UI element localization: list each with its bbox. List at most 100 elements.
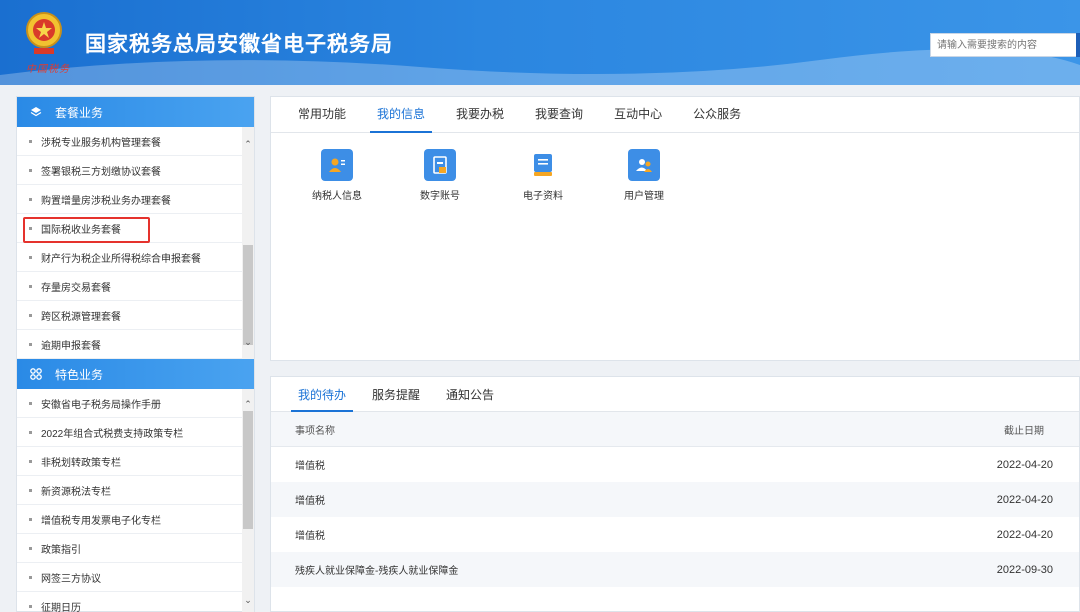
bullet-icon	[29, 255, 32, 259]
electronic-docs-icon	[527, 149, 559, 181]
app-taxpayer-info[interactable]: 纳税人信息	[297, 149, 377, 202]
site-title: 国家税务总局安徽省电子税务局	[85, 33, 393, 56]
todo-panel: 我的待办 服务提醒 通知公告 事项名称 截止日期 增值税 2022-04-20 …	[270, 376, 1080, 612]
sidebar-item[interactable]: 增值税专用发票电子化专栏	[17, 505, 254, 534]
sidebar-item-label: 征期日历	[41, 602, 81, 612]
sidebar-item[interactable]: 签署银税三方划缴协议套餐	[17, 156, 254, 185]
sidebar-list-featured: 安徽省电子税务局操作手册 2022年组合式税费支持政策专栏 非税划转政策专栏 新…	[17, 389, 254, 612]
tab-interaction-center[interactable]: 互动中心	[607, 97, 669, 132]
sidebar-item[interactable]: 2022年组合式税费支持政策专栏	[17, 418, 254, 447]
sidebar-group-packages[interactable]: 套餐业务	[17, 97, 254, 127]
sidebar-item-label: 涉税专业服务机构管理套餐	[41, 137, 161, 149]
app-label: 电子资料	[523, 191, 563, 202]
table-row[interactable]: 增值税 2022-04-20	[271, 447, 1079, 482]
column-header-item-name: 事项名称	[295, 425, 335, 437]
function-tabs: 常用功能 我的信息 我要办税 我要查询 互动中心 公众服务	[271, 97, 1079, 133]
app-user-management[interactable]: 用户管理	[604, 149, 684, 202]
row-item-name: 增值税	[295, 496, 325, 507]
sidebar-item[interactable]: 安徽省电子税务局操作手册	[17, 389, 254, 418]
bullet-icon	[29, 197, 32, 201]
scrollbar-thumb[interactable]	[243, 245, 253, 345]
bullet-icon	[29, 313, 32, 317]
bullet-icon	[29, 168, 32, 172]
scrollbar-thumb[interactable]	[243, 411, 253, 529]
sidebar-group-featured[interactable]: 特色业务	[17, 359, 254, 389]
tab-my-todo[interactable]: 我的待办	[291, 377, 354, 412]
app-electronic-docs[interactable]: 电子资料	[503, 149, 583, 202]
todo-tabs: 我的待办 服务提醒 通知公告	[271, 377, 1079, 412]
sidebar-item-label: 购置增量房涉税业务办理套餐	[41, 195, 171, 207]
bullet-icon	[29, 139, 32, 143]
sidebar-item-label: 增值税专用发票电子化专栏	[41, 515, 161, 527]
sidebar-item-label: 逾期申报套餐	[41, 340, 101, 352]
user-management-icon	[628, 149, 660, 181]
sidebar-item[interactable]: 新资源税法专栏	[17, 476, 254, 505]
scroll-down-icon[interactable]: ⌄	[243, 595, 253, 605]
table-row[interactable]: 增值税 2022-04-20	[271, 482, 1079, 517]
tab-common-functions[interactable]: 常用功能	[291, 97, 353, 132]
sidebar-item[interactable]: 跨区税源管理套餐	[17, 301, 254, 330]
app-label: 纳税人信息	[312, 191, 362, 202]
column-header-deadline: 截止日期	[1004, 425, 1044, 437]
scroll-down-icon[interactable]: ⌄	[243, 337, 253, 347]
sidebar-item[interactable]: 购置增量房涉税业务办理套餐	[17, 185, 254, 214]
sidebar-item[interactable]: 逾期申报套餐	[17, 330, 254, 359]
table-row[interactable]: 增值税 2022-04-20	[271, 517, 1079, 552]
sidebar-item[interactable]: 政策指引	[17, 534, 254, 563]
sidebar-group-title: 套餐业务	[55, 105, 104, 120]
tab-my-info[interactable]: 我的信息	[370, 97, 433, 133]
sidebar-item-label: 签署银税三方划缴协议套餐	[41, 166, 161, 178]
tab-service-reminder[interactable]: 服务提醒	[365, 377, 427, 411]
sidebar-group-title: 特色业务	[55, 367, 104, 382]
sidebar-item-international-tax[interactable]: 国际税收业务套餐	[17, 214, 254, 243]
sidebar-item[interactable]: 存量房交易套餐	[17, 272, 254, 301]
row-item-name: 增值税	[295, 531, 325, 542]
bullet-icon	[29, 546, 32, 550]
tab-notice[interactable]: 通知公告	[439, 377, 501, 411]
scroll-up-icon[interactable]: ⌃	[243, 399, 253, 409]
sidebar-item-label: 新资源税法专栏	[41, 486, 111, 498]
sidebar-item[interactable]: 网签三方协议	[17, 563, 254, 592]
table-row[interactable]: 残疾人就业保障金-残疾人就业保障金 2022-09-30	[271, 552, 1079, 587]
sidebar-item-label: 跨区税源管理套餐	[41, 311, 121, 323]
scroll-up-icon[interactable]: ⌃	[243, 139, 253, 149]
layers-icon	[29, 105, 43, 119]
emblem-caption: 中国税务	[26, 64, 70, 75]
app-label: 用户管理	[624, 191, 664, 202]
sidebar-item-label: 财产行为税企业所得税综合申报套餐	[41, 253, 201, 265]
sidebar-list-packages: 涉税专业服务机构管理套餐 签署银税三方划缴协议套餐 购置增量房涉税业务办理套餐 …	[17, 127, 254, 359]
search-input[interactable]	[930, 33, 1080, 57]
sidebar-item[interactable]: 征期日历	[17, 592, 254, 612]
search-button[interactable]	[1076, 33, 1080, 57]
sidebar-item-label: 存量房交易套餐	[41, 282, 111, 294]
bullet-icon	[29, 459, 32, 463]
bullet-icon	[29, 342, 32, 346]
digital-account-icon	[424, 149, 456, 181]
sidebar-item-label: 安徽省电子税务局操作手册	[41, 399, 161, 411]
bullet-icon	[29, 575, 32, 579]
row-deadline: 2022-09-30	[996, 563, 1053, 576]
row-item-name: 增值税	[295, 461, 325, 472]
sidebar-item-label: 非税划转政策专栏	[41, 457, 121, 469]
sidebar-item[interactable]: 财产行为税企业所得税综合申报套餐	[17, 243, 254, 272]
sidebar-item-label: 政策指引	[41, 544, 81, 556]
row-item-name: 残疾人就业保障金-残疾人就业保障金	[295, 566, 459, 577]
bullet-icon	[29, 226, 32, 230]
app-label: 数字账号	[420, 191, 460, 202]
tab-query[interactable]: 我要查询	[528, 97, 590, 132]
function-panel: 常用功能 我的信息 我要办税 我要查询 互动中心 公众服务 纳税人信息 数字账号…	[270, 96, 1080, 361]
app-digital-account[interactable]: 数字账号	[400, 149, 480, 202]
bullet-icon	[29, 284, 32, 288]
sidebar-item-label: 2022年组合式税费支持政策专栏	[41, 428, 184, 440]
sidebar-item[interactable]: 涉税专业服务机构管理套餐	[17, 127, 254, 156]
site-header: 中国税务 国家税务总局安徽省电子税务局	[0, 0, 1080, 85]
table-header: 事项名称 截止日期	[271, 412, 1079, 447]
row-deadline: 2022-04-20	[996, 528, 1053, 541]
tab-handle-tax[interactable]: 我要办税	[449, 97, 511, 132]
sidebar-item-label: 网签三方协议	[41, 573, 101, 585]
tab-public-service[interactable]: 公众服务	[686, 97, 748, 132]
bullet-icon	[29, 517, 32, 521]
bullet-icon	[29, 488, 32, 492]
sidebar-item[interactable]: 非税划转政策专栏	[17, 447, 254, 476]
bullet-icon	[29, 430, 32, 434]
